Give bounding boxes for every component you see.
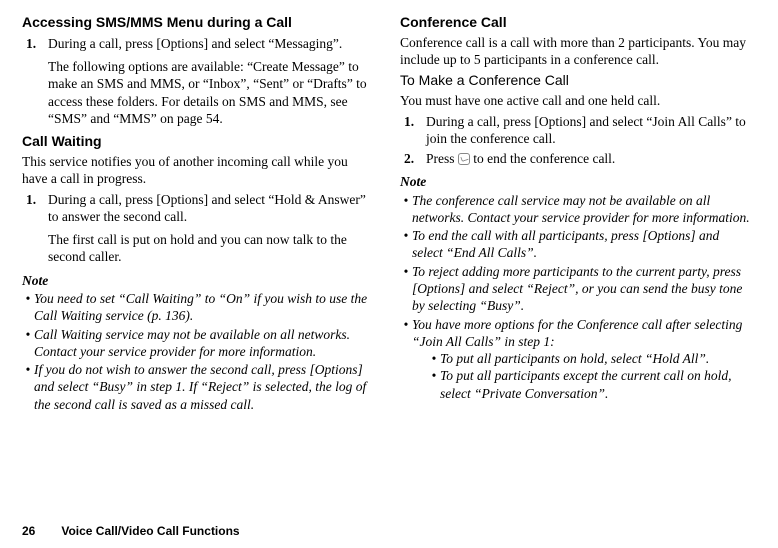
right-column: Conference Call Conference call is a cal…	[400, 14, 750, 413]
step-body: During a call, press [Options] and selec…	[426, 113, 750, 148]
bullet-dot: •	[22, 361, 34, 413]
bullet-item: • If you do not wish to answer the secon…	[22, 361, 372, 413]
bullet-item: • You have more options for the Conferen…	[400, 316, 750, 402]
heading-call-waiting: Call Waiting	[22, 133, 372, 151]
step-number: 1.	[22, 191, 48, 266]
make-conference-intro: You must have one active call and one he…	[400, 92, 750, 109]
bullet-item: • To reject adding more participants to …	[400, 263, 750, 315]
list-item: 1. During a call, press [Options] and se…	[400, 113, 750, 148]
sub-bullet-text: To put all participants on hold, select …	[440, 350, 750, 367]
two-column-layout: Accessing SMS/MMS Menu during a Call 1. …	[22, 14, 756, 413]
end-call-key-icon	[458, 153, 470, 165]
bullet-item: • Call Waiting service may not be availa…	[22, 326, 372, 361]
step-body: During a call, press [Options] and selec…	[48, 35, 372, 127]
bullet-dot: •	[400, 263, 412, 315]
left-column: Accessing SMS/MMS Menu during a Call 1. …	[22, 14, 372, 413]
step-body: During a call, press [Options] and selec…	[48, 191, 372, 266]
step-text-pre: Press	[426, 151, 458, 166]
step-text: During a call, press [Options] and selec…	[48, 192, 366, 224]
bullet-dot: •	[428, 367, 440, 402]
bullet-text: The conference call service may not be a…	[412, 192, 750, 227]
step-body: Press to end the conference call.	[426, 150, 750, 167]
note-label: Note	[400, 173, 750, 190]
step-followup: The following options are available: “Cr…	[48, 58, 372, 127]
list-item: 1. During a call, press [Options] and se…	[22, 35, 372, 127]
bullet-dot: •	[428, 350, 440, 367]
list-item: 2. Press to end the conference call.	[400, 150, 750, 167]
step-text: During a call, press [Options] and selec…	[426, 114, 746, 146]
bullet-dot: •	[400, 227, 412, 262]
bullet-text: You have more options for the Conference…	[412, 316, 750, 402]
bullet-dot: •	[400, 192, 412, 227]
bullet-item: • The conference call service may not be…	[400, 192, 750, 227]
sub-bullet-item: • To put all participants except the cur…	[428, 367, 750, 402]
list-item: 1. During a call, press [Options] and se…	[22, 191, 372, 266]
bullet-text: Call Waiting service may not be availabl…	[34, 326, 372, 361]
bullet-dot: •	[400, 316, 412, 402]
bullet-text: To end the call with all participants, p…	[412, 227, 750, 262]
step-number: 1.	[22, 35, 48, 127]
step-text: During a call, press [Options] and selec…	[48, 36, 342, 51]
call-waiting-intro: This service notifies you of another inc…	[22, 153, 372, 188]
conference-intro: Conference call is a call with more than…	[400, 34, 750, 69]
heading-conference-call: Conference Call	[400, 14, 750, 32]
bullet-dot: •	[22, 326, 34, 361]
page-number: 26	[22, 524, 58, 538]
bullet-item: • You need to set “Call Waiting” to “On”…	[22, 290, 372, 325]
note-label: Note	[22, 272, 372, 289]
sub-bullet-item: • To put all participants on hold, selec…	[428, 350, 750, 367]
page-footer: 26 Voice Call/Video Call Functions	[22, 524, 240, 538]
note-bullets: • The conference call service may not be…	[400, 192, 750, 402]
bullet-dot: •	[22, 290, 34, 325]
bullet-lead: You have more options for the Conference…	[412, 317, 742, 349]
heading-make-conference: To Make a Conference Call	[400, 72, 750, 90]
section-title: Voice Call/Video Call Functions	[61, 524, 239, 538]
note-bullets: • You need to set “Call Waiting” to “On”…	[22, 290, 372, 413]
bullet-item: • To end the call with all participants,…	[400, 227, 750, 262]
step-followup: The first call is put on hold and you ca…	[48, 231, 372, 266]
step-number: 2.	[400, 150, 426, 167]
step-text-post: to end the conference call.	[470, 151, 615, 166]
step-number: 1.	[400, 113, 426, 148]
sub-bullet-text: To put all participants except the curre…	[440, 367, 750, 402]
bullet-text: You need to set “Call Waiting” to “On” i…	[34, 290, 372, 325]
heading-sms-mms: Accessing SMS/MMS Menu during a Call	[22, 14, 372, 32]
bullet-text: To reject adding more participants to th…	[412, 263, 750, 315]
bullet-text: If you do not wish to answer the second …	[34, 361, 372, 413]
page: Accessing SMS/MMS Menu during a Call 1. …	[0, 0, 778, 548]
